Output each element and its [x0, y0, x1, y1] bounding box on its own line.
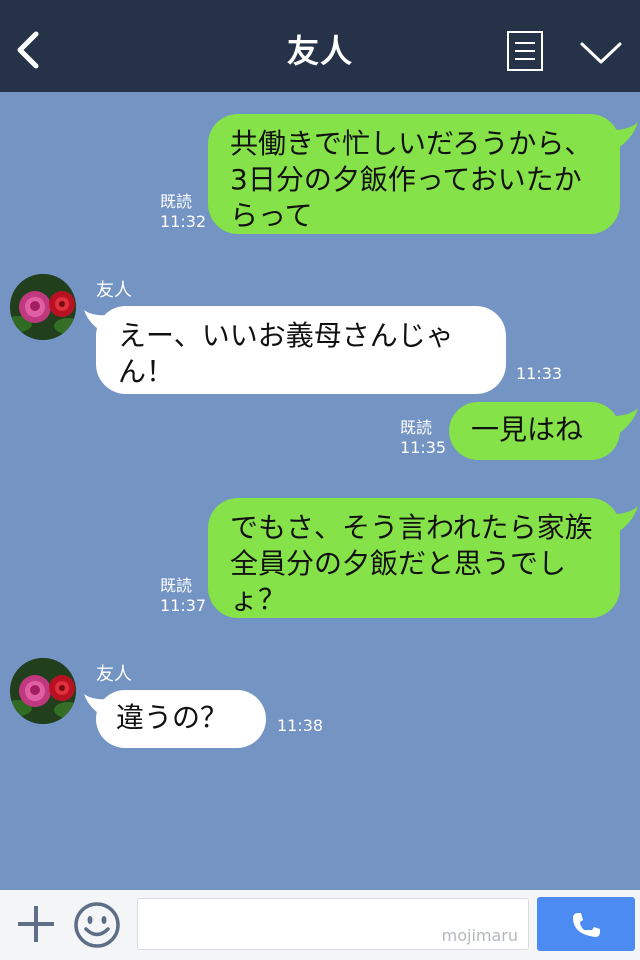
message-time: 11:38 — [277, 716, 324, 735]
call-button[interactable] — [537, 897, 635, 951]
message-meta: 既読 11:32 — [160, 192, 206, 232]
back-button[interactable] — [12, 28, 48, 72]
message-input[interactable]: mojimaru — [137, 898, 529, 950]
plus-icon — [18, 906, 54, 942]
menu-icon — [507, 31, 543, 71]
message-time: 11:33 — [516, 364, 563, 383]
emoji-icon — [74, 902, 120, 948]
add-button[interactable] — [14, 902, 58, 946]
rose-avatar-image — [10, 274, 76, 340]
menu-button[interactable] — [506, 30, 544, 74]
message-text: 一見はね — [471, 413, 584, 446]
avatar[interactable] — [10, 274, 76, 340]
message-meta: 既読 11:35 — [400, 418, 446, 458]
chevron-down-icon — [580, 42, 622, 64]
phone-icon — [573, 913, 600, 937]
message-bubble[interactable]: でもさ、そう言われたら家族全員分の夕飯だと思うでしょ？ — [208, 498, 620, 618]
message-text: 共働きで忙しいだろうから、3日分の夕飯作っておいたからって — [230, 127, 593, 232]
sender-name: 友人 — [96, 280, 132, 301]
message-bubble[interactable]: 共働きで忙しいだろうから、3日分の夕飯作っておいたからって — [208, 114, 620, 234]
message-time: 11:35 — [400, 438, 447, 457]
chat-title: 友人 — [286, 32, 353, 70]
input-bar: mojimaru — [0, 890, 640, 960]
message-text: 違うの？ — [116, 701, 229, 734]
message-bubble[interactable]: 違うの？ — [96, 690, 266, 748]
emoji-button[interactable] — [72, 900, 122, 950]
back-icon — [17, 31, 39, 69]
watermark-text: mojimaru — [441, 926, 518, 945]
avatar[interactable] — [10, 658, 76, 724]
message-time: 11:37 — [160, 596, 207, 615]
read-status: 既読 — [160, 576, 193, 595]
message-bubble[interactable]: えー、いいお義母さんじゃん！ — [96, 306, 506, 394]
sender-name: 友人 — [96, 664, 132, 685]
message-meta: 既読 11:37 — [160, 576, 206, 616]
collapse-button[interactable] — [578, 36, 624, 68]
read-status: 既読 — [400, 418, 433, 437]
rose-avatar-image — [10, 658, 76, 724]
message-text: えー、いいお義母さんじゃん！ — [118, 319, 454, 388]
message-bubble[interactable]: 一見はね — [449, 402, 620, 460]
message-text: でもさ、そう言われたら家族全員分の夕飯だと思うでしょ？ — [230, 511, 593, 616]
read-status: 既読 — [160, 192, 193, 211]
chat-header: 友人 — [0, 0, 640, 92]
message-time: 11:32 — [160, 212, 207, 231]
